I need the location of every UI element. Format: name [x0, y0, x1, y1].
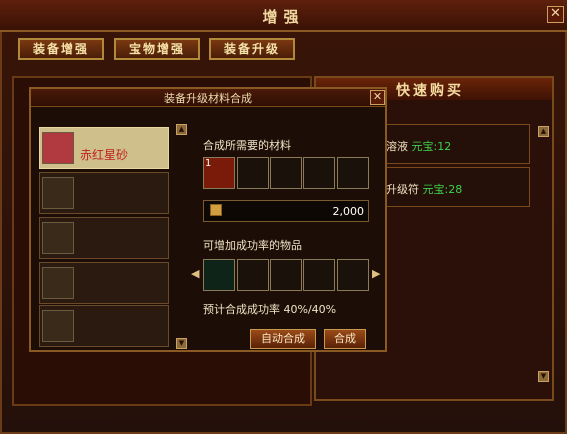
- quick-buy-price: 28: [448, 183, 463, 196]
- rate-slots-prev-icon[interactable]: ◀: [191, 267, 199, 280]
- rate-item-slot[interactable]: [303, 259, 335, 291]
- quick-buy-item-name: 升级符: [386, 183, 419, 196]
- material-list-label: 赤红星砂: [80, 148, 129, 162]
- window-title: 增强: [262, 8, 305, 26]
- auto-craft-button[interactable]: 自动合成: [250, 329, 316, 349]
- craft-button[interactable]: 合成: [324, 329, 366, 349]
- quick-buy-item-text: 溶液 元宝:12: [386, 138, 451, 154]
- quick-buy-scroll-up-icon[interactable]: ▲: [538, 126, 549, 137]
- tab-equip-upgrade[interactable]: 装备升级: [209, 38, 295, 60]
- rate-item-slot[interactable]: [203, 259, 235, 291]
- gold-coin-icon: [210, 204, 222, 216]
- quick-buy-item-name: 溶液: [386, 140, 408, 153]
- success-rate-text: 预计合成成功率 40%/40%: [203, 303, 337, 316]
- material-slot[interactable]: [270, 157, 302, 189]
- empty-slot-icon: [42, 222, 74, 254]
- rate-item-slot[interactable]: [270, 259, 302, 291]
- quick-buy-title: 快速购买: [396, 83, 464, 99]
- window-close-button[interactable]: ✕: [547, 6, 564, 23]
- list-scroll-up-icon[interactable]: ▲: [176, 124, 187, 135]
- material-slot[interactable]: [237, 157, 269, 189]
- tab-equip-enhance[interactable]: 装备增强: [18, 38, 104, 60]
- quick-buy-price-label: 元宝:: [422, 183, 449, 196]
- quick-buy-price-label: 元宝:: [411, 140, 438, 153]
- quick-buy-scroll-down-icon[interactable]: ▼: [538, 371, 549, 382]
- material-count: 1: [205, 158, 212, 169]
- quick-buy-price: 12: [437, 140, 452, 153]
- rate-item-slot[interactable]: [237, 259, 269, 291]
- dialog-title: 装备升级材料合成: [164, 92, 252, 105]
- cost-value: 2,000: [332, 205, 365, 218]
- empty-slot-icon: [42, 310, 74, 342]
- rate-slots-next-icon[interactable]: ▶: [372, 267, 380, 280]
- material-slot[interactable]: [303, 157, 335, 189]
- rate-items-heading: 可增加成功率的物品: [203, 239, 302, 252]
- quick-buy-item-text: 升级符 元宝:28: [386, 181, 462, 197]
- tab-treasure-enhance[interactable]: 宝物增强: [114, 38, 200, 60]
- red-gem-icon: [42, 132, 74, 164]
- empty-slot-icon: [42, 177, 74, 209]
- materials-heading: 合成所需要的材料: [203, 139, 291, 152]
- empty-slot-icon: [42, 267, 74, 299]
- dialog-close-button[interactable]: ✕: [370, 90, 385, 105]
- rate-item-slot[interactable]: [337, 259, 369, 291]
- list-scroll-down-icon[interactable]: ▼: [176, 338, 187, 349]
- material-slot[interactable]: [337, 157, 369, 189]
